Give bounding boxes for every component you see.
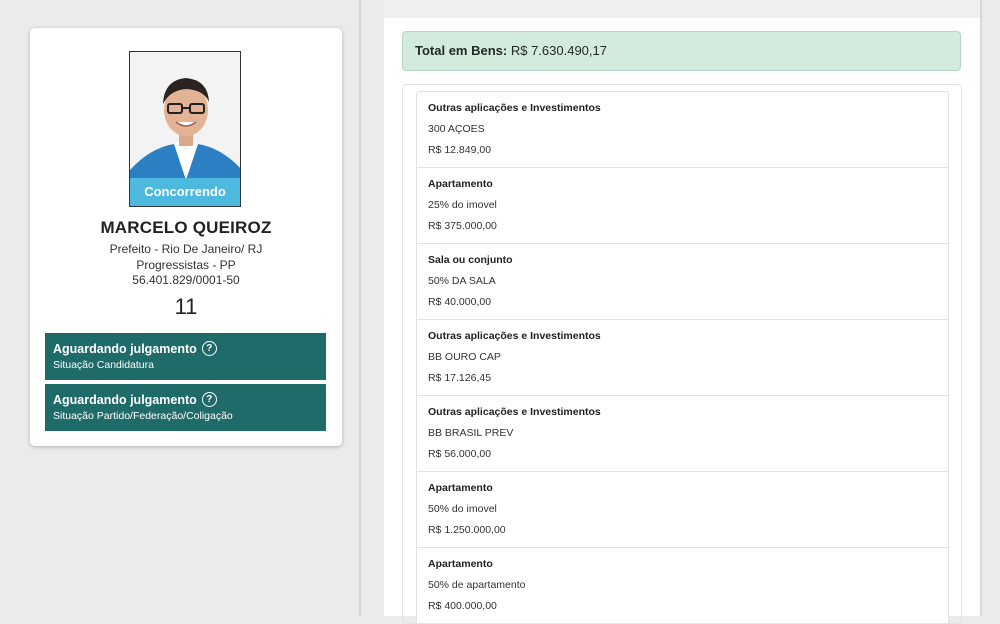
total-assets-value: R$ 7.630.490,17 [510, 43, 607, 58]
asset-description: BB OURO CAP [428, 351, 501, 363]
help-circle-icon[interactable]: ? [201, 341, 217, 356]
page-right-border [980, 0, 982, 616]
total-assets-label: Total em Bens: [415, 43, 508, 58]
asset-value: R$ 12.849,00 [428, 144, 492, 156]
candidate-party: Progressistas - PP [136, 258, 236, 272]
assets-list-container: Outras aplicações e Investimentos 300 AÇ… [402, 84, 962, 624]
candidacy-status-label: Concorrendo [130, 178, 240, 206]
status-subtitle: Situação Candidatura [53, 359, 154, 371]
candidacy-situation-box: Aguardando julgamento ? Situação Candida… [45, 333, 326, 380]
asset-item: Outras aplicações e Investimentos BB OUR… [416, 319, 949, 395]
asset-type: Outras aplicações e Investimentos [428, 330, 601, 342]
status-title: Aguardando julgamento [53, 341, 197, 356]
asset-description: 300 AÇOES [428, 123, 485, 135]
asset-item: Sala ou conjunto 50% DA SALA R$ 40.000,0… [416, 243, 949, 319]
asset-type: Apartamento [428, 178, 493, 190]
asset-type: Sala ou conjunto [428, 254, 513, 266]
asset-value: R$ 56.000,00 [428, 448, 492, 460]
status-title: Aguardando julgamento [53, 392, 197, 407]
asset-item: Apartamento 50% do imovel R$ 1.250.000,0… [416, 471, 949, 547]
asset-value: R$ 40.000,00 [428, 296, 492, 308]
asset-description: 50% do imovel [428, 503, 497, 515]
candidate-photo: Concorrendo [129, 51, 241, 207]
asset-description: 25% do imovel [428, 199, 497, 211]
panel-top-strip [384, 0, 980, 18]
candidate-name: MARCELO QUEIROZ [100, 218, 272, 237]
asset-item: Apartamento 25% do imovel R$ 375.000,00 [416, 167, 949, 243]
assets-panel: Total em Bens: R$ 7.630.490,17 Outras ap… [384, 0, 980, 624]
status-subtitle: Situação Partido/Federação/Coligação [53, 410, 233, 422]
asset-value: R$ 17.126,45 [428, 372, 492, 384]
assets-column: Total em Bens: R$ 7.630.490,17 Outras ap… [361, 0, 1000, 624]
asset-type: Apartamento [428, 482, 493, 494]
candidate-number: 11 [174, 294, 198, 319]
party-situation-box: Aguardando julgamento ? Situação Partido… [45, 384, 326, 431]
asset-description: 50% de apartamento [428, 579, 526, 591]
candidate-cnpj: 56.401.829/0001-50 [132, 273, 240, 287]
candidate-column: Concorrendo MARCELO QUEIROZ Prefeito - R… [0, 0, 360, 616]
asset-type: Outras aplicações e Investimentos [428, 406, 601, 418]
candidate-office: Prefeito - Rio De Janeiro/ RJ [109, 242, 263, 256]
total-assets-box: Total em Bens: R$ 7.630.490,17 [402, 31, 961, 71]
asset-item: Outras aplicações e Investimentos BB BRA… [416, 395, 949, 471]
asset-type: Apartamento [428, 558, 493, 570]
asset-description: BB BRASIL PREV [428, 427, 514, 439]
asset-description: 50% DA SALA [428, 275, 496, 287]
asset-value: R$ 400.000,00 [428, 600, 497, 612]
asset-type: Outras aplicações e Investimentos [428, 102, 601, 114]
asset-item: Outras aplicações e Investimentos 300 AÇ… [416, 91, 949, 167]
assets-list: Outras aplicações e Investimentos 300 AÇ… [416, 91, 949, 623]
asset-value: R$ 1.250.000,00 [428, 524, 506, 536]
help-circle-icon[interactable]: ? [201, 392, 217, 407]
asset-item: Apartamento 50% de apartamento R$ 400.00… [416, 547, 949, 623]
candidate-card: Concorrendo MARCELO QUEIROZ Prefeito - R… [30, 28, 342, 446]
asset-value: R$ 375.000,00 [428, 220, 497, 232]
